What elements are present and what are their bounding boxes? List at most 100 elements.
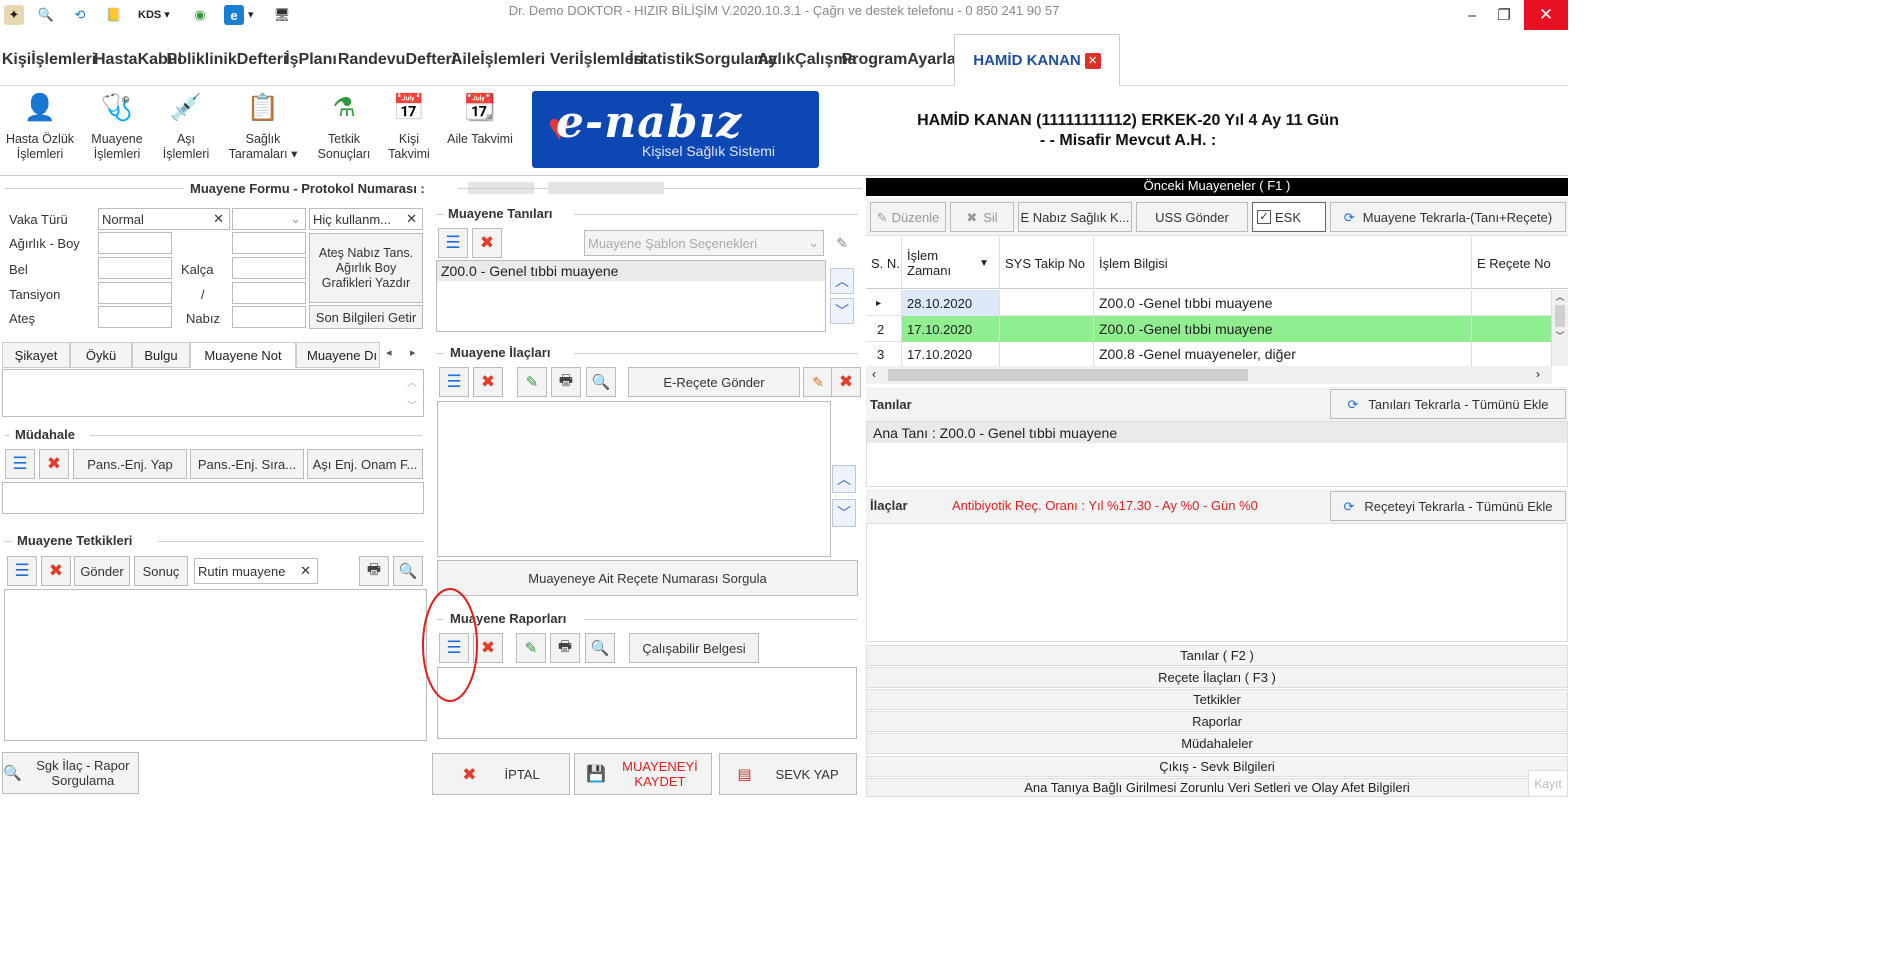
tool-aile-takvimi[interactable]: 📆 Aile Takvimi: [442, 88, 518, 172]
table-row[interactable]: 3 17.10.2020 Z00.8 -Genel muayeneler, di…: [866, 342, 1552, 366]
rapor-preview-button[interactable]: 🔍: [585, 633, 615, 663]
tansiyon-dia-input[interactable]: [232, 282, 306, 304]
kalca-input[interactable]: [232, 257, 306, 279]
sil-button[interactable]: ✖ Sil: [950, 202, 1014, 232]
tab-muayene-diger[interactable]: Muayene Dı: [296, 342, 380, 368]
kaydet-button[interactable]: 💾 MUAYENEYİ KAYDET: [574, 753, 712, 795]
menu-aylik-calisma[interactable]: Aylık Çalışma: [757, 34, 856, 84]
tab-sikayet[interactable]: Şikayet: [2, 342, 70, 368]
tetkik-template-field[interactable]: Rutin muayene ✕: [194, 558, 318, 584]
sgk-sorgulama-button[interactable]: 🔍 Sgk İlaç - Rapor Sorgulama: [2, 752, 139, 794]
tani-down-button[interactable]: ﹀: [830, 298, 854, 324]
mudahale-delete-button[interactable]: ✖: [39, 449, 69, 479]
menu-poliklinik-defteri[interactable]: Poliklinik Defteri: [167, 34, 288, 84]
tansiyon-sys-input[interactable]: [98, 282, 172, 304]
vaka-field[interactable]: Normal ✕: [98, 208, 230, 230]
tetkik-list[interactable]: [4, 589, 427, 741]
tani-delete-button[interactable]: ✖: [472, 228, 502, 258]
tani-list-button[interactable]: ☰: [438, 228, 468, 258]
scroll-right-icon[interactable]: ›: [1536, 367, 1540, 381]
tool-kisi-takvimi[interactable]: 📅 Kişi Takvimi: [380, 88, 438, 172]
esk-checkbox[interactable]: ✓ ESK: [1252, 202, 1326, 232]
erecete-edit-button[interactable]: ✎: [803, 367, 833, 397]
tani-list-item[interactable]: Z00.0 - Genel tıbbi muayene: [437, 261, 825, 281]
ilac-preview-button[interactable]: 🔍: [586, 367, 616, 397]
scroll-thumb[interactable]: [1555, 305, 1565, 327]
vaka-dropdown[interactable]: ⌄: [232, 208, 306, 230]
tab-scroll-right-icon[interactable]: ▸: [410, 346, 416, 359]
agirlik-input[interactable]: [98, 232, 172, 254]
menu-kisi-islemleri[interactable]: Kişi İşlemleri: [2, 34, 96, 84]
ilac-up-button[interactable]: ︿: [832, 465, 856, 493]
restore-button[interactable]: ❐: [1484, 0, 1524, 30]
ilac-edit-button[interactable]: ✎: [517, 367, 547, 397]
grid-hscrollbar[interactable]: ‹ ›: [866, 366, 1552, 384]
nabiz-input[interactable]: [232, 306, 306, 328]
scroll-thumb[interactable]: [888, 369, 1248, 381]
close-icon[interactable]: ✕: [1084, 52, 1101, 69]
note-textarea[interactable]: ︿ ﹀: [2, 369, 424, 417]
duzenle-button[interactable]: ✎ Düzenle: [870, 202, 946, 232]
erecete-delete-button[interactable]: ✖: [831, 367, 861, 397]
enabiz-logo[interactable]: ♥ e-nabız Kişisel Sağlık Sistemi: [532, 91, 819, 168]
uss-gonder-button[interactable]: USS Gönder: [1136, 202, 1248, 232]
mudahale-list-button[interactable]: ☰: [5, 449, 35, 479]
scroll-down-icon[interactable]: ﹀: [1552, 329, 1568, 342]
menu-randevu-defteri[interactable]: Randevu Defteri: [338, 34, 456, 84]
kayit-button[interactable]: Kayıt: [1528, 770, 1568, 797]
col-sn[interactable]: S. N.: [866, 237, 902, 289]
tanilari-tekrarla-button[interactable]: ⟳ Tanıları Tekrarla - Tümünü Ekle: [1330, 389, 1566, 419]
asi-onam-button[interactable]: Aşı Enj. Onam F...: [307, 449, 423, 479]
ilac-down-button[interactable]: ﹀: [832, 499, 856, 527]
graphics-print-button[interactable]: Ateş Nabız Tans. Ağırlık Boy Grafikleri …: [309, 233, 423, 303]
rapor-list[interactable]: [437, 667, 857, 739]
tani-list[interactable]: Z00.0 - Genel tıbbi muayene: [436, 260, 826, 332]
mudahale-list[interactable]: [2, 482, 424, 514]
tab-scroll-left-icon[interactable]: ◂: [386, 346, 392, 359]
ilac-list[interactable]: [437, 401, 831, 557]
close-button[interactable]: ✕: [1524, 0, 1568, 30]
recete-sorgula-button[interactable]: Muayeneye Ait Reçete Numarası Sorgula: [437, 560, 858, 596]
rapor-print-button[interactable]: 🖶: [550, 633, 580, 663]
iptal-button[interactable]: ✖ İPTAL: [432, 753, 570, 795]
section-cikis-sevk[interactable]: Çıkış - Sevk Bilgileri: [866, 756, 1568, 777]
receteyi-tekrarla-button[interactable]: ⟳ Reçeteyi Tekrarla - Tümünü Ekle: [1330, 491, 1566, 521]
muayene-tekrarla-button[interactable]: ⟳ Muayene Tekrarla-(Tanı+Reçete): [1330, 202, 1566, 232]
tab-bulgu[interactable]: Bulgu: [132, 342, 190, 368]
section-raporlar[interactable]: Raporlar: [866, 711, 1568, 732]
col-erecete-no[interactable]: E Reçete No: [1472, 237, 1568, 289]
section-mudahaleler[interactable]: Müdahaleler: [866, 733, 1568, 754]
tetkik-sonuc-button[interactable]: Sonuç: [134, 556, 188, 586]
ates-input[interactable]: [98, 306, 172, 328]
tab-patient[interactable]: HAMİD KANAN ✕: [954, 34, 1120, 86]
tool-saglik-taramalari[interactable]: 📋 Sağlık Taramaları ▾: [220, 88, 306, 172]
calisabilir-belgesi-button[interactable]: Çalışabilir Belgesi: [629, 633, 759, 663]
menu-program-ayarlari[interactable]: Program Ayarları: [842, 34, 967, 84]
erecete-gonder-button[interactable]: E-Reçete Gönder: [628, 367, 800, 397]
scroll-up-icon[interactable]: ︿: [1552, 290, 1568, 303]
tetkik-preview-button[interactable]: 🔍: [393, 556, 423, 586]
section-tanilar[interactable]: Tanılar ( F2 ): [866, 645, 1568, 666]
ana-tani-item[interactable]: Ana Tanı : Z00.0 - Genel tıbbi muayene: [867, 422, 1567, 443]
table-row[interactable]: 2 17.10.2020 Z00.0 -Genel tıbbi muayene: [866, 316, 1552, 342]
menu-is-plani[interactable]: İş Planı: [278, 34, 344, 84]
tetkik-print-button[interactable]: 🖶: [359, 556, 389, 586]
tani-template-select[interactable]: Muayene Şablon Seçenekleri ⌄: [584, 230, 824, 256]
menu-istatistik-sorgulama[interactable]: İstatistik Sorgulama: [629, 34, 777, 84]
tool-tetkik[interactable]: ⚗ Tetkik Sonuçları: [312, 88, 376, 172]
sevk-button[interactable]: ▤ SEVK YAP: [719, 753, 857, 795]
tool-hasta-ozluk[interactable]: 👤 Hasta Özlük İşlemleri: [2, 88, 78, 172]
bel-input[interactable]: [98, 257, 172, 279]
table-row[interactable]: ▸ 28.10.2020 Z00.0 -Genel tıbbi muayene: [866, 290, 1552, 316]
clear-icon[interactable]: ✕: [406, 211, 422, 227]
tool-muayene[interactable]: 🩺 Muayene İşlemleri: [80, 88, 154, 172]
grid-vscrollbar[interactable]: ︿ ﹀: [1552, 290, 1568, 366]
scroll-left-icon[interactable]: ‹: [872, 367, 876, 381]
edit-template-icon[interactable]: ✎: [828, 230, 856, 256]
clear-icon[interactable]: ✕: [300, 563, 317, 579]
last-info-button[interactable]: Son Bilgileri Getir: [309, 305, 423, 329]
col-islem-zamani[interactable]: İşlem Zamanı ▼: [902, 237, 1000, 289]
col-islem-bilgisi[interactable]: İşlem Bilgisi: [1094, 237, 1472, 289]
tetkik-delete-button[interactable]: ✖: [41, 556, 71, 586]
boy-input[interactable]: [232, 232, 306, 254]
